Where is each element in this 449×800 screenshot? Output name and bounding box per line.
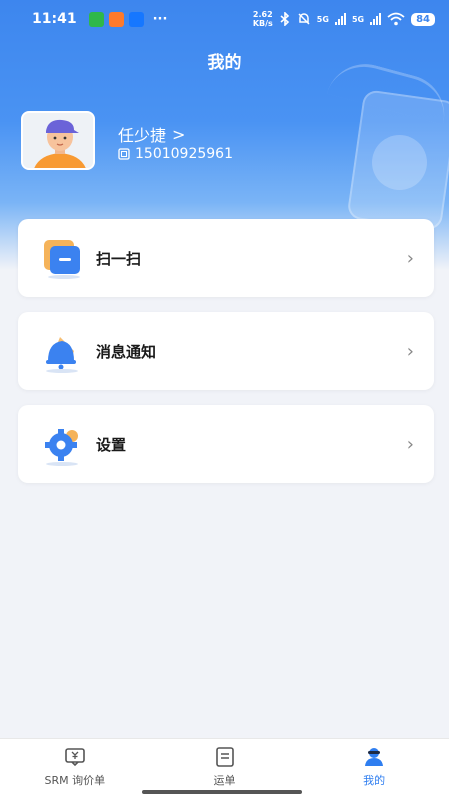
waybill-icon (215, 747, 234, 767)
chevron-right-icon: › (406, 433, 414, 455)
profile-icon (365, 748, 384, 766)
menu-item-label: 消息通知 (96, 342, 157, 361)
menu-item-settings[interactable]: 设置 › (18, 405, 434, 483)
user-name-link[interactable]: 任少捷 > (118, 122, 185, 146)
avatar[interactable] (21, 111, 95, 170)
inquiry-icon (65, 748, 85, 767)
phone-icon (118, 148, 130, 160)
user-phone-number: 15010925961 (135, 146, 233, 162)
tab-mine[interactable]: 我的 (299, 739, 449, 800)
menu-item-label: 设置 (96, 435, 127, 454)
taobao-icon (108, 11, 124, 27)
net-speed: 2.62 KB/s (253, 10, 273, 28)
chevron-right-icon: › (406, 247, 414, 269)
home-indicator[interactable] (142, 790, 302, 794)
tab-srm-inquiry[interactable]: SRM 询价单 (0, 739, 150, 800)
signal-1-icon (334, 13, 346, 25)
battery-indicator: 84 (411, 12, 435, 26)
user-name: 任少捷 (118, 126, 167, 145)
status-right-group: 2.62 KB/s 5G 5G 84 (253, 10, 435, 28)
bell-icon (46, 337, 78, 373)
scan-icon (44, 240, 80, 279)
status-bar: 11:41 ··· 2.62 KB/s 5G 5G 84 (0, 0, 449, 38)
signal-2-label: 5G (351, 14, 365, 24)
menu-item-notifications[interactable]: 消息通知 › (18, 312, 434, 390)
tab-label: 我的 (363, 774, 386, 787)
more-notifications: ··· (152, 11, 168, 27)
avatar-illustration (23, 113, 93, 168)
tab-label: SRM 询价单 (44, 774, 106, 787)
net-speed-value: 2.62 (252, 10, 273, 19)
net-speed-unit: KB/s (252, 19, 273, 28)
signal-1-label: 5G (316, 14, 329, 24)
alipay-icon (128, 11, 144, 27)
wechat-icon (88, 11, 104, 27)
user-name-chevron: > (172, 124, 186, 144)
decor-circle (372, 135, 427, 190)
signal-2-icon (370, 13, 382, 25)
user-phone: 15010925961 (118, 146, 233, 162)
menu-item-label: 扫一扫 (96, 249, 142, 268)
page-title: 我的 (207, 53, 242, 73)
mute-bell-icon (298, 13, 310, 25)
bluetooth-icon (280, 12, 289, 26)
status-time: 11:41 (32, 11, 77, 27)
chevron-right-icon: › (406, 340, 414, 362)
tab-label: 运单 (213, 774, 236, 787)
gear-icon (45, 429, 78, 466)
menu-item-scan[interactable]: 扫一扫 › (18, 219, 434, 297)
wifi-icon (387, 12, 405, 26)
